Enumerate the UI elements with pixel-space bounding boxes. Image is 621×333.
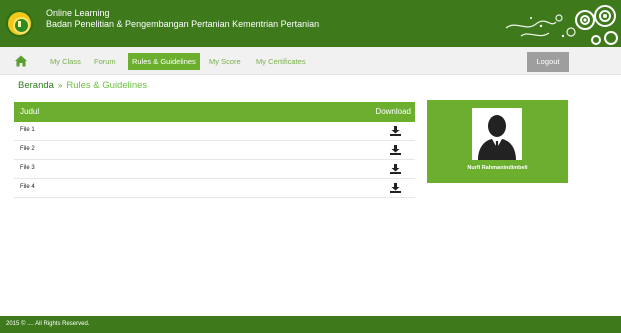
table-header: Judul Download <box>14 102 415 122</box>
app-subtitle: Badan Penelitian & Pengembangan Pertania… <box>46 19 320 29</box>
table-row: File 1 <box>14 122 415 141</box>
file-name: File 3 <box>20 165 35 171</box>
breadcrumb-current: Rules & Guidelines <box>66 80 148 91</box>
download-icon[interactable] <box>390 164 401 174</box>
breadcrumb: Beranda» Rules & Guidelines <box>18 80 147 92</box>
files-table: Judul Download File 1 File 2 File 3 File… <box>14 102 415 198</box>
table-row: File 2 <box>14 141 415 160</box>
table-row: File 3 <box>14 160 415 179</box>
nav-forum[interactable]: Forum <box>90 53 120 70</box>
download-icon[interactable] <box>390 183 401 193</box>
floral-decoration <box>505 5 618 45</box>
app-title: Online Learning <box>46 8 110 18</box>
breadcrumb-separator: » <box>57 81 63 90</box>
download-icon[interactable] <box>390 145 401 155</box>
nav-my-class[interactable]: My Class <box>46 53 85 70</box>
footer-copyright: 2015 © .... All Rights Reserved. <box>6 321 90 327</box>
column-header-download: Download <box>375 107 411 116</box>
nav-rules-guidelines[interactable]: Rules & Guidelines <box>128 53 200 70</box>
file-name: File 2 <box>20 146 35 152</box>
footer: 2015 © .... All Rights Reserved. <box>0 316 621 333</box>
file-name: File 1 <box>20 127 35 133</box>
agency-logo <box>6 10 33 37</box>
nav-my-certificates[interactable]: My Certificates <box>252 53 310 70</box>
profile-card: Nurfi Rahmanindimbeli <box>427 100 568 183</box>
file-name: File 4 <box>20 184 35 190</box>
profile-name: Nurfi Rahmanindimbeli <box>467 165 528 171</box>
logout-button[interactable]: Logout <box>527 52 569 72</box>
nav-my-score[interactable]: My Score <box>205 53 245 70</box>
main-nav: My Class Forum Rules & Guidelines My Sco… <box>0 47 621 75</box>
breadcrumb-home[interactable]: Beranda <box>18 80 54 91</box>
download-icon[interactable] <box>390 126 401 136</box>
column-header-judul: Judul <box>20 107 40 116</box>
table-row: File 4 <box>14 179 415 198</box>
app-header: Online Learning Badan Penelitian & Penge… <box>0 0 621 47</box>
avatar <box>472 108 522 160</box>
home-icon[interactable] <box>14 54 28 68</box>
